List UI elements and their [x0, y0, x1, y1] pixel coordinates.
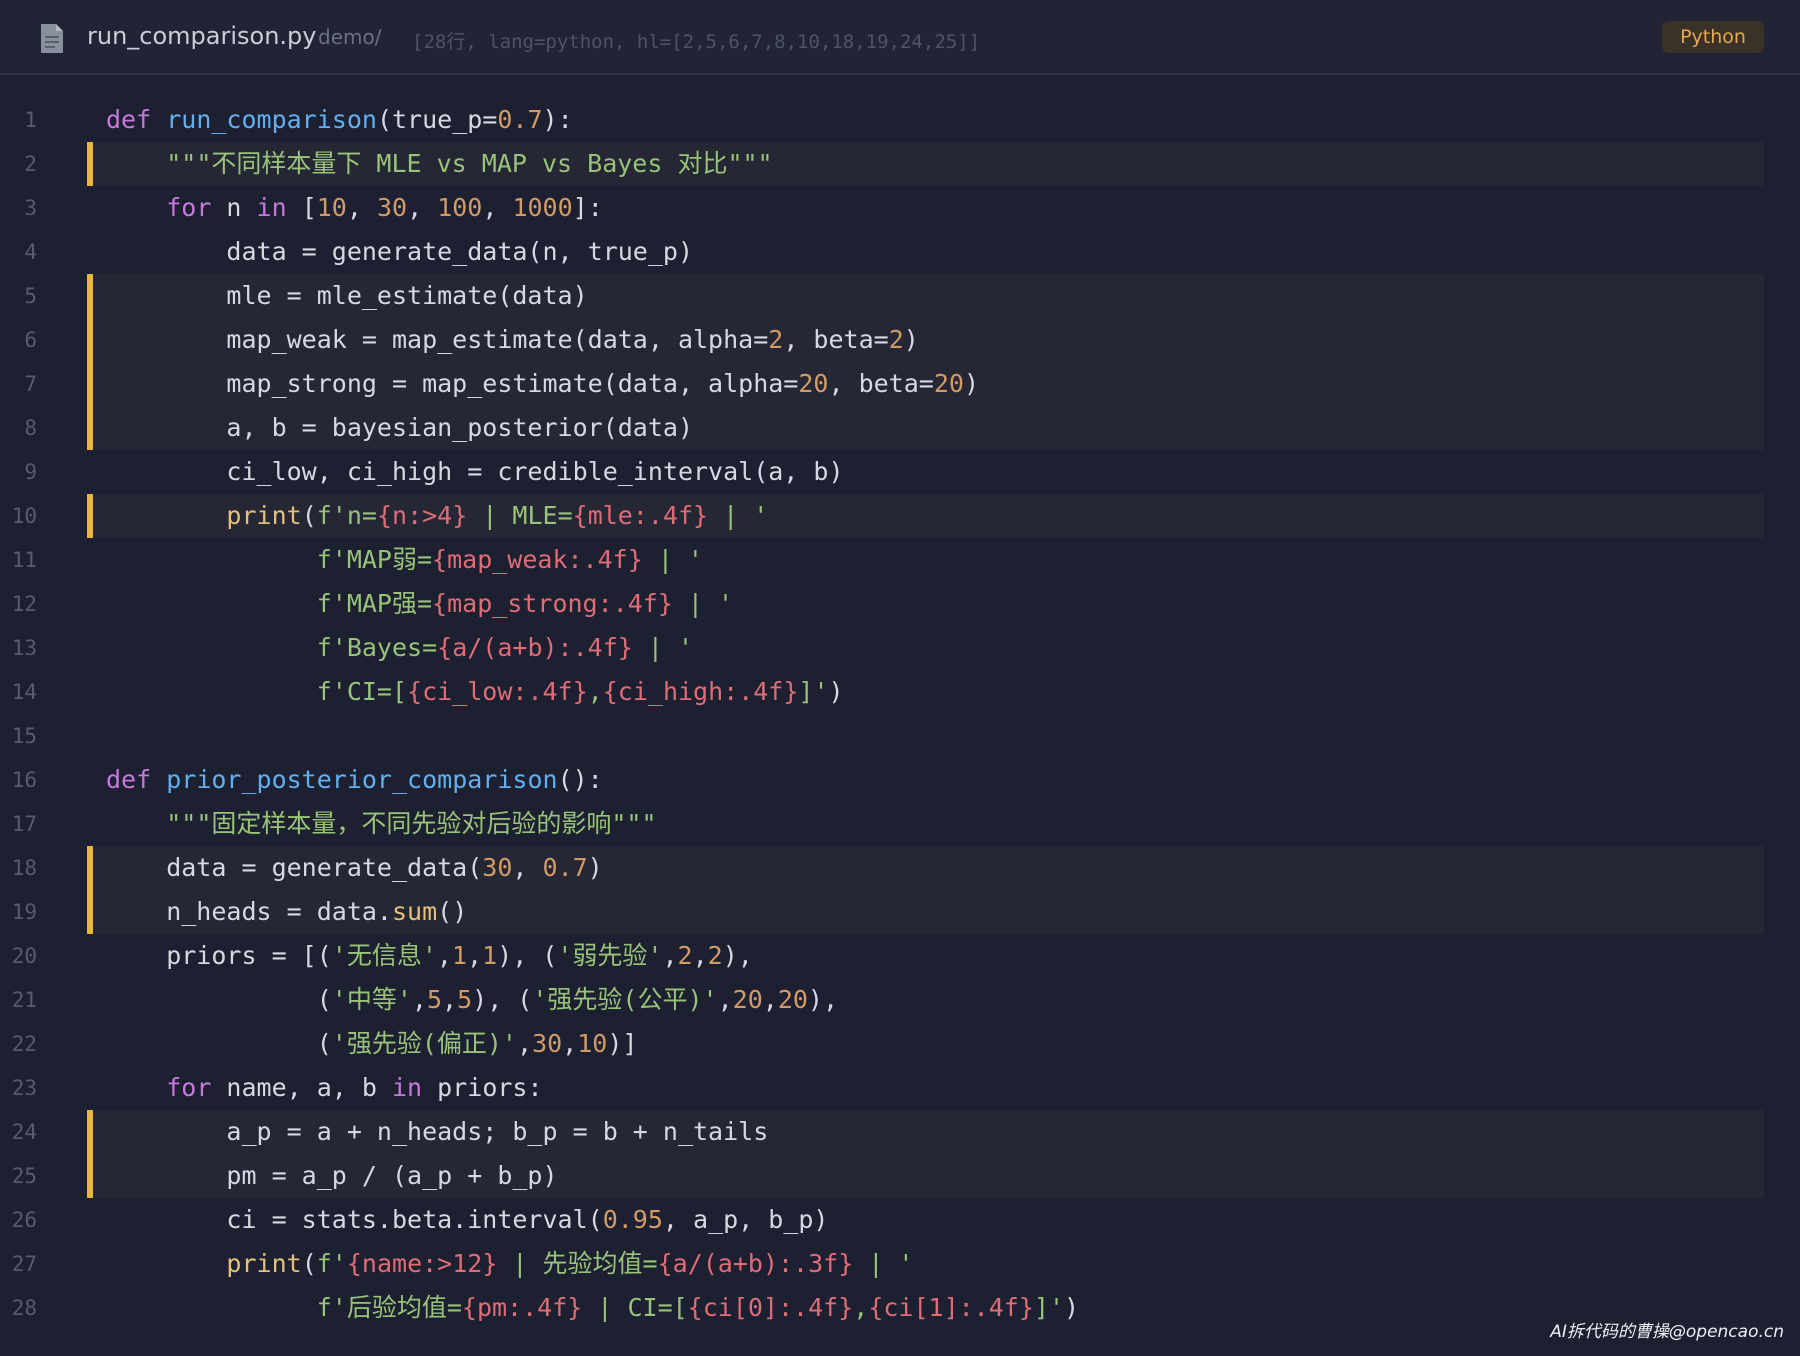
line-number: 7: [24, 372, 37, 396]
watermark: AI拆代码的曹操@opencao.cn: [1550, 1322, 1784, 1342]
code-line: 15: [0, 714, 1800, 758]
line-code: for n in [10, 30, 100, 1000]:: [166, 193, 603, 222]
code-line: 4 data = generate_data(n, true_p): [0, 230, 1800, 274]
code-line: 9 ci_low, ci_high = credible_interval(a,…: [0, 450, 1800, 494]
code-line: 8 a, b = bayesian_posterior(data): [0, 406, 1800, 450]
code-line: 7 map_strong = map_estimate(data, alpha=…: [0, 362, 1800, 406]
line-number: 9: [24, 460, 37, 484]
line-code: print(f'n={n:>4} | MLE={mle:.4f} | ': [226, 501, 769, 530]
code-line: 21 ('中等',5,5), ('强先验(公平)',20,20),: [0, 978, 1800, 1022]
line-number: 25: [11, 1164, 37, 1188]
line-code: f'Bayes={a/(a+b):.4f} | ': [316, 633, 694, 662]
code-line: 1 def run_comparison(true_p=0.7):: [0, 98, 1800, 142]
line-number: 6: [24, 328, 37, 352]
file-meta: [28行, lang=python, hl=[2,5,6,7,8,10,18,1…: [412, 31, 981, 53]
code-line: 18 data = generate_data(30, 0.7): [0, 846, 1800, 890]
code-line: 13 f'Bayes={a/(a+b):.4f} | ': [0, 626, 1800, 670]
line-number: 19: [11, 900, 37, 924]
line-number: 8: [24, 416, 37, 440]
code-line: 25 pm = a_p / (a_p + b_p): [0, 1154, 1800, 1198]
line-code: """固定样本量，不同先验对后验的影响""": [166, 809, 657, 838]
language-badge: Python: [1662, 21, 1764, 53]
code-line: 14 f'CI=[{ci_low:.4f},{ci_high:.4f}]'): [0, 670, 1800, 714]
line-number: 12: [11, 592, 37, 616]
code-line: 26 ci = stats.beta.interval(0.95, a_p, b…: [0, 1198, 1800, 1242]
line-number: 4: [24, 240, 37, 264]
line-code: """不同样本量下 MLE vs MAP vs Bayes 对比""": [166, 149, 773, 178]
line-code: ('中等',5,5), ('强先验(公平)',20,20),: [106, 985, 839, 1014]
line-code: def prior_posterior_comparison():: [106, 765, 603, 794]
line-number: 16: [11, 768, 37, 792]
line-code: n_heads = data.sum(): [106, 897, 468, 926]
line-number: 2: [24, 152, 37, 176]
line-number: 18: [11, 856, 37, 880]
code-line: 10 print(f'n={n:>4} | MLE={mle:.4f} | ': [0, 494, 1800, 538]
line-code: for name, a, b in priors:: [166, 1073, 543, 1102]
line-code: print(f'{name:>12} | 先验均值={a/(a+b):.3f} …: [226, 1249, 914, 1278]
code-line: 6 map_weak = map_estimate(data, alpha=2,…: [0, 318, 1800, 362]
line-number: 22: [11, 1032, 37, 1056]
line-code: ci = stats.beta.interval(0.95, a_p, b_p): [106, 1205, 829, 1234]
code-line: 16 def prior_posterior_comparison():: [0, 758, 1800, 802]
code-line: 3 for n in [10, 30, 100, 1000]:: [0, 186, 1800, 230]
line-code: a, b = bayesian_posterior(data): [106, 413, 693, 442]
line-code: pm = a_p / (a_p + b_p): [106, 1161, 558, 1190]
line-code: f'后验均值={pm:.4f} | CI=[{ci[0]:.4f},{ci[1]…: [316, 1293, 1080, 1322]
line-number: 14: [11, 680, 37, 704]
line-code: ci_low, ci_high = credible_interval(a, b…: [106, 457, 844, 486]
editor-header: run_comparison.py demo/ [28行, lang=pytho…: [0, 0, 1800, 75]
line-number: 1: [24, 108, 37, 132]
line-code: map_weak = map_estimate(data, alpha=2, b…: [106, 325, 919, 354]
code-line: 12 f'MAP强={map_strong:.4f} | ': [0, 582, 1800, 626]
line-number: 24: [11, 1120, 37, 1144]
line-code: data = generate_data(30, 0.7): [106, 853, 603, 882]
code-line: 17 """固定样本量，不同先验对后验的影响""": [0, 802, 1800, 846]
code-line: 20 priors = [('无信息',1,1), ('弱先验',2,2),: [0, 934, 1800, 978]
line-number: 13: [11, 636, 37, 660]
line-code: def run_comparison(true_p=0.7):: [106, 105, 573, 134]
line-number: 21: [11, 988, 37, 1012]
line-number: 11: [11, 548, 37, 572]
line-code: map_strong = map_estimate(data, alpha=20…: [106, 369, 979, 398]
code-line: 27 print(f'{name:>12} | 先验均值={a/(a+b):.3…: [0, 1242, 1800, 1286]
line-code: priors = [('无信息',1,1), ('弱先验',2,2),: [106, 941, 753, 970]
file-directory: demo/: [318, 25, 382, 49]
code-line: 22 ('强先验(偏正)',30,10)]: [0, 1022, 1800, 1066]
line-number: 10: [11, 504, 37, 528]
code-line: 11 f'MAP弱={map_weak:.4f} | ': [0, 538, 1800, 582]
document-icon: [41, 24, 63, 53]
line-code: f'MAP强={map_strong:.4f} | ': [316, 589, 734, 618]
line-number: 17: [11, 812, 37, 836]
line-code: data = generate_data(n, true_p): [106, 237, 693, 266]
line-number: 5: [24, 284, 37, 308]
code-line: 2 """不同样本量下 MLE vs MAP vs Bayes 对比""": [0, 142, 1800, 186]
code-view: 1 def run_comparison(true_p=0.7): 2 """不同样…: [0, 98, 1800, 1330]
line-number: 3: [24, 196, 37, 220]
line-code: a_p = a + n_heads; b_p = b + n_tails: [106, 1117, 769, 1146]
line-number: 28: [11, 1296, 37, 1320]
code-line: 23 for name, a, b in priors:: [0, 1066, 1800, 1110]
code-line: 5 mle = mle_estimate(data): [0, 274, 1800, 318]
code-line: 28 f'后验均值={pm:.4f} | CI=[{ci[0]:.4f},{ci…: [0, 1286, 1800, 1330]
line-number: 15: [11, 724, 37, 748]
code-line: 24 a_p = a + n_heads; b_p = b + n_tails: [0, 1110, 1800, 1154]
line-code: mle = mle_estimate(data): [106, 281, 588, 310]
code-line: 19 n_heads = data.sum(): [0, 890, 1800, 934]
file-name: run_comparison.py: [87, 22, 317, 50]
line-number: 23: [11, 1076, 37, 1100]
line-number: 27: [11, 1252, 37, 1276]
line-code: ('强先验(偏正)',30,10)]: [106, 1029, 638, 1058]
line-code: f'CI=[{ci_low:.4f},{ci_high:.4f}]'): [316, 677, 844, 706]
line-number: 26: [11, 1208, 37, 1232]
line-code: f'MAP弱={map_weak:.4f} | ': [316, 545, 703, 574]
line-number: 20: [11, 944, 37, 968]
